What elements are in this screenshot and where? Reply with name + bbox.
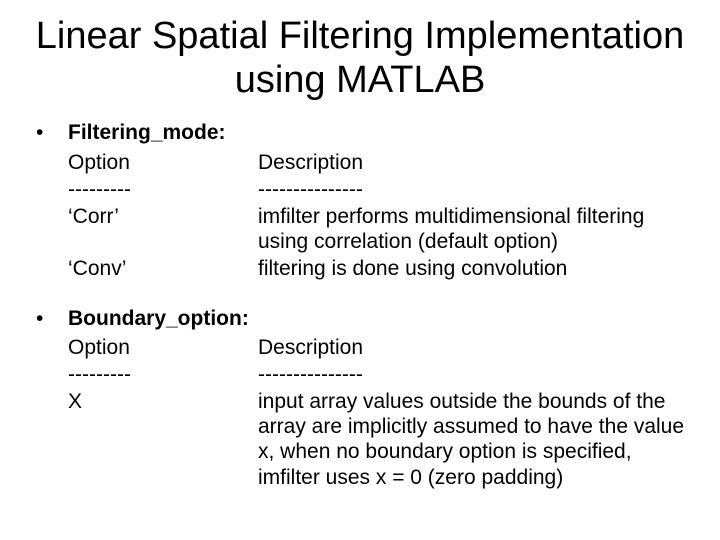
slide: Linear Spatial Filtering Implementation … (0, 0, 720, 540)
description-value: input array values outside the bounds of… (258, 389, 690, 490)
description-value: imfilter performs multidimensional filte… (258, 204, 690, 254)
option-header: Option (68, 335, 258, 360)
slide-title: Linear Spatial Filtering Implementation … (30, 15, 690, 102)
section-heading: Filtering_mode: (68, 120, 226, 145)
option-dash: --------- (68, 177, 258, 202)
bullet-filtering-mode: • Filtering_mode: (30, 120, 690, 145)
table-row: X input array values outside the bounds … (68, 389, 690, 490)
table-divider-row: --------- --------------- (68, 177, 690, 202)
description-value: filtering is done using convolution (258, 256, 690, 281)
description-dash: --------------- (258, 362, 690, 387)
description-header: Description (258, 335, 690, 360)
table-divider-row: --------- --------------- (68, 362, 690, 387)
bullet-dot-icon: • (30, 120, 68, 145)
slide-body: • Filtering_mode: Option Description ---… (30, 120, 690, 489)
boundary-option-table: Option Description --------- -----------… (68, 335, 690, 490)
description-dash: --------------- (258, 177, 690, 202)
table-header-row: Option Description (68, 335, 690, 360)
option-value: X (68, 389, 258, 490)
option-value: ‘Corr’ (68, 204, 258, 254)
table-header-row: Option Description (68, 150, 690, 175)
bullet-boundary-option: • Boundary_option: (30, 306, 690, 331)
option-header: Option (68, 150, 258, 175)
description-header: Description (258, 150, 690, 175)
section-heading: Boundary_option: (68, 306, 249, 331)
filtering-mode-table: Option Description --------- -----------… (68, 150, 690, 282)
option-dash: --------- (68, 362, 258, 387)
option-value: ‘Conv’ (68, 256, 258, 281)
bullet-dot-icon: • (30, 306, 68, 331)
table-row: ‘Corr’ imfilter performs multidimensiona… (68, 204, 690, 254)
table-row: ‘Conv’ filtering is done using convoluti… (68, 256, 690, 281)
